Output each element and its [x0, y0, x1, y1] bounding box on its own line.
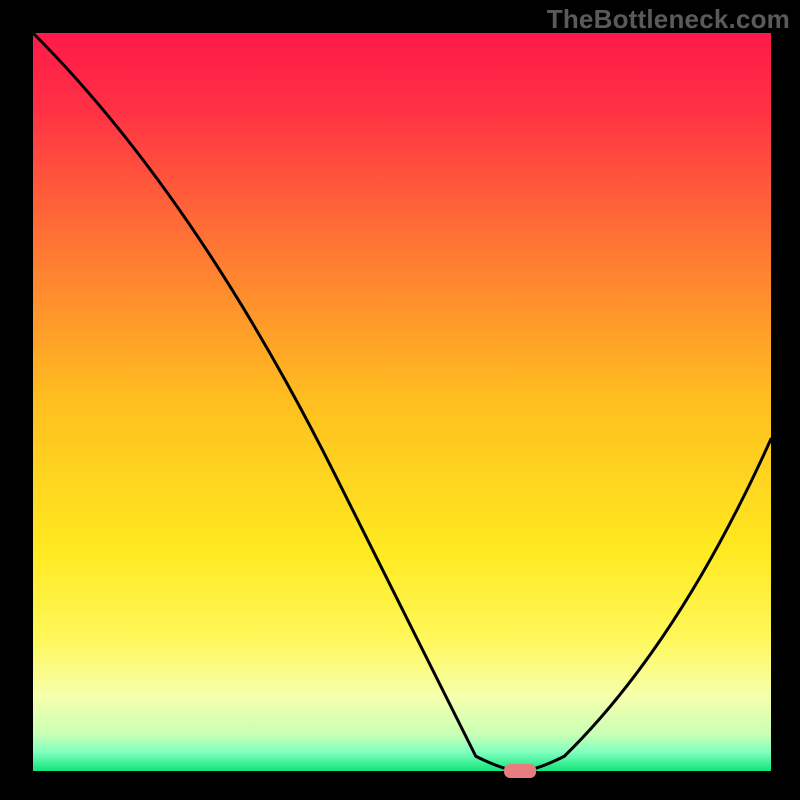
optimal-marker	[504, 764, 536, 778]
plot-area	[33, 33, 771, 771]
bottleneck-chart	[0, 0, 800, 800]
chart-container: TheBottleneck.com	[0, 0, 800, 800]
watermark-text: TheBottleneck.com	[547, 4, 790, 35]
